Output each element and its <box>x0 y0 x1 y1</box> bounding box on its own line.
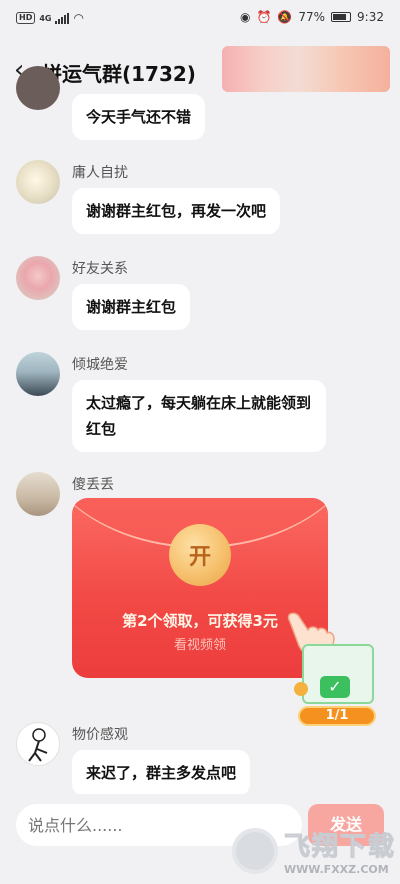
chat-header: ‹ 拼运气群(1732) <box>0 38 400 104</box>
status-bar: HD 4G ◠ ◉ ⏰ 🔕 77% 9:32 <box>0 0 400 38</box>
watermark-title: 飞翔下载 <box>284 832 397 863</box>
message-bubble: 谢谢群主红包 <box>72 284 191 330</box>
avatar[interactable] <box>16 66 60 110</box>
blurred-banner <box>222 46 390 92</box>
avatar[interactable] <box>16 722 60 766</box>
sender-name: 倾城绝爱 <box>72 357 128 373</box>
watermark-logo-icon <box>232 828 278 874</box>
checkmark-icon: ✓ <box>320 676 350 698</box>
open-packet-button[interactable]: 开 <box>169 524 231 586</box>
sender-name: 好友关系 <box>72 261 128 277</box>
avatar[interactable] <box>16 352 60 396</box>
open-label: 开 <box>188 545 211 570</box>
hd-badge: HD <box>16 12 36 24</box>
sender-name: 庸人自扰 <box>72 165 128 181</box>
message-bubble: 太过瘾了，每天躺在床上就能领到红包 <box>72 380 326 452</box>
coin-icon <box>294 682 308 696</box>
avatar[interactable] <box>16 160 60 204</box>
task-widget[interactable]: ✓ 1/1 <box>294 640 380 730</box>
alarm-icon: ⏰ <box>256 10 272 24</box>
group-title: 拼运气群(1732) <box>42 62 196 86</box>
progress-badge: 1/1 <box>298 706 376 726</box>
avatar[interactable] <box>16 472 60 516</box>
message-bubble: 今天手气还不错 <box>72 94 206 140</box>
network-label: 4G <box>39 13 52 23</box>
input-bar: 发送 飞翔下载 WWW.FXXZ.COM <box>0 794 400 884</box>
mute-icon: 🔕 <box>277 10 293 24</box>
wifi-icon: ◠ <box>73 11 84 25</box>
clock: 9:32 <box>357 10 384 24</box>
cartoon-figure-icon <box>28 728 48 762</box>
watermark-logo: 飞翔下载 WWW.FXXZ.COM <box>232 822 396 880</box>
battery-icon <box>331 12 352 22</box>
eye-icon: ◉ <box>239 10 251 24</box>
avatar[interactable] <box>16 256 60 300</box>
watermark-url: WWW.FXXZ.COM <box>284 863 389 876</box>
sender-name: 傻丢丢 <box>72 477 114 493</box>
message-bubble: 谢谢群主红包，再发一次吧 <box>72 188 281 234</box>
signal-icon <box>55 12 70 24</box>
message-bubble: 来迟了，群主多发点吧 <box>72 750 251 796</box>
battery-percent: 77% <box>298 10 326 24</box>
sender-name: 物价感观 <box>72 727 128 743</box>
